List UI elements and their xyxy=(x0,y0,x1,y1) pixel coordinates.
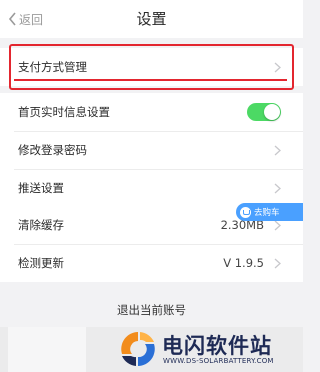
toggle-knob xyxy=(264,104,280,120)
row-label: 检测更新 xyxy=(18,256,64,270)
row-check-update[interactable]: 检测更新 V 1.9.5 xyxy=(0,244,303,282)
realtime-info-toggle[interactable] xyxy=(247,103,281,121)
page-title: 设置 xyxy=(136,10,167,28)
watermark-logo-icon xyxy=(121,332,155,366)
watermark-url: WWW.DS-SOLARBATTERY.COM xyxy=(163,357,274,365)
logout-button[interactable]: 退出当前账号 xyxy=(0,293,303,327)
row-label: 清除缓存 xyxy=(18,218,64,232)
chevron-right-icon xyxy=(274,220,281,230)
settings-group-general: 首页实时信息设置 修改登录密码 推送设置 xyxy=(0,93,303,207)
floating-cart-pill[interactable]: 去购车 xyxy=(236,203,303,221)
watermark: 电闪软件站 WWW.DS-SOLARBATTERY.COM xyxy=(118,328,298,370)
nav-bar: 返回 设置 xyxy=(0,0,303,38)
row-push-settings[interactable]: 推送设置 xyxy=(0,169,303,207)
row-label: 首页实时信息设置 xyxy=(18,105,110,119)
chevron-right-icon xyxy=(274,258,281,268)
pill-label: 去购车 xyxy=(254,208,280,218)
watermark-title: 电闪软件站 xyxy=(162,334,272,358)
bottom-placeholder xyxy=(8,327,86,372)
highlight-box xyxy=(9,44,294,90)
highlight-underline xyxy=(14,79,287,81)
row-homepage-realtime-info[interactable]: 首页实时信息设置 xyxy=(0,93,303,131)
row-label: 推送设置 xyxy=(18,181,64,195)
row-change-password[interactable]: 修改登录密码 xyxy=(0,131,303,169)
cart-icon xyxy=(240,206,251,218)
chevron-right-icon xyxy=(274,183,281,193)
version-value: V 1.9.5 xyxy=(223,256,264,270)
chevron-right-icon xyxy=(274,145,281,155)
row-label: 修改登录密码 xyxy=(18,143,87,157)
